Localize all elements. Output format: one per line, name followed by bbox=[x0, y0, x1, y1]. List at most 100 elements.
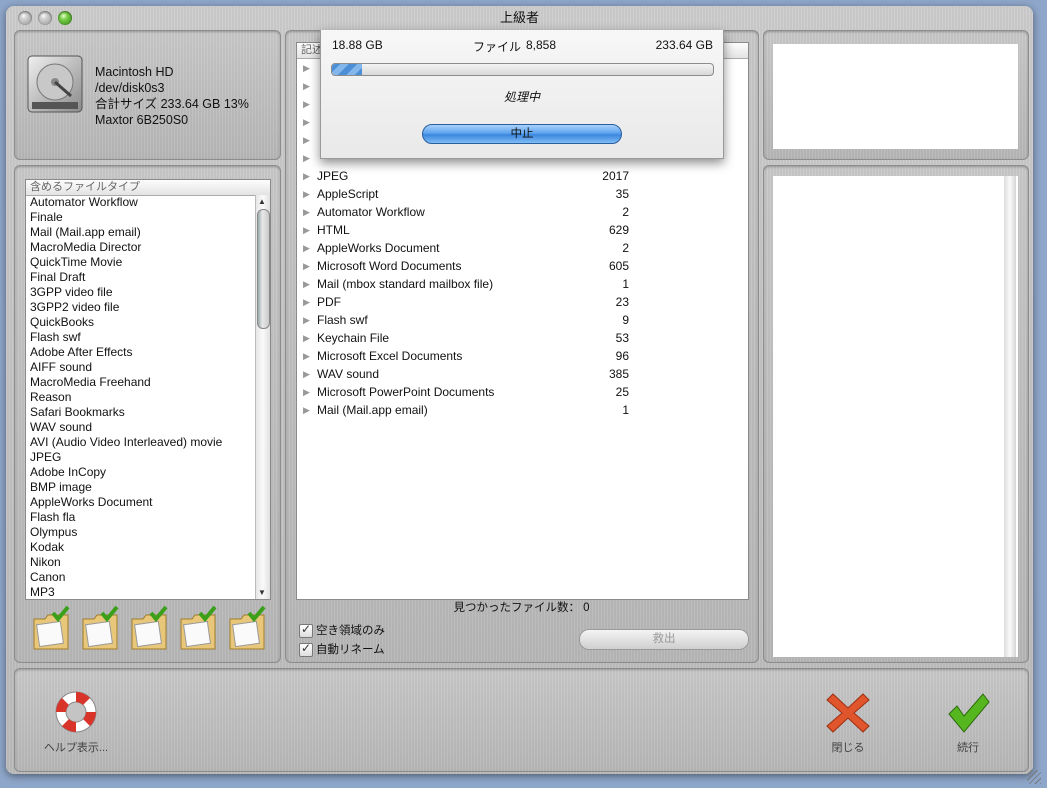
file-type-item[interactable]: Reason bbox=[26, 390, 254, 405]
minimize-window-button[interactable] bbox=[38, 11, 52, 25]
file-type-item[interactable]: Final Draft bbox=[26, 270, 254, 285]
resize-grip[interactable] bbox=[1027, 770, 1041, 784]
file-type-item[interactable]: Flash fla bbox=[26, 510, 254, 525]
disclosure-triangle-icon[interactable]: ▶ bbox=[303, 257, 310, 275]
result-row[interactable]: ▶ Microsoft Excel Documents 96 bbox=[297, 347, 748, 365]
result-row[interactable]: ▶ WAV sound 385 bbox=[297, 365, 748, 383]
disclosure-triangle-icon[interactable]: ▶ bbox=[303, 203, 310, 221]
file-type-item[interactable]: MacroMedia Freehand bbox=[26, 375, 254, 390]
scroll-up-icon[interactable]: ▲ bbox=[258, 197, 266, 206]
file-type-item[interactable]: 3GPP video file bbox=[26, 285, 254, 300]
disclosure-triangle-icon[interactable]: ▶ bbox=[303, 275, 310, 293]
progress-status: 処理中 bbox=[503, 90, 540, 104]
checkmark-icon bbox=[299, 622, 313, 638]
file-type-item[interactable]: Canon bbox=[26, 570, 254, 585]
stop-button[interactable]: 中止 bbox=[422, 124, 622, 144]
result-row[interactable]: ▶ AppleScript 35 bbox=[297, 185, 748, 203]
image-folder-icon[interactable] bbox=[129, 605, 169, 653]
disclosure-triangle-icon[interactable]: ▶ bbox=[303, 239, 310, 257]
file-type-item[interactable]: BMP image bbox=[26, 480, 254, 495]
result-row[interactable]: ▶ JPEG 2017 bbox=[297, 167, 748, 185]
result-count: 629 bbox=[608, 223, 629, 237]
result-row[interactable]: ▶ PDF 23 bbox=[297, 293, 748, 311]
disclosure-triangle-icon[interactable]: ▶ bbox=[303, 329, 310, 347]
result-count: 605 bbox=[608, 259, 629, 273]
file-type-item[interactable]: MP3 bbox=[26, 585, 254, 599]
disclosure-triangle-icon[interactable]: ▶ bbox=[303, 149, 310, 167]
total-size: 233.64 GB bbox=[655, 38, 713, 52]
disclosure-triangle-icon[interactable]: ▶ bbox=[303, 221, 310, 239]
disclosure-triangle-icon[interactable]: ▶ bbox=[303, 401, 310, 419]
photo-folder-icon[interactable] bbox=[31, 605, 71, 653]
result-row[interactable]: ▶ Microsoft Word Documents 605 bbox=[297, 257, 748, 275]
result-name: HTML bbox=[317, 223, 350, 237]
continue-label: 続行 bbox=[957, 742, 979, 754]
close-button[interactable]: 閉じる bbox=[820, 690, 876, 755]
disclosure-triangle-icon[interactable]: ▶ bbox=[303, 167, 310, 185]
movie-folder-icon[interactable] bbox=[227, 605, 267, 653]
audio-folder-icon[interactable] bbox=[80, 605, 120, 653]
file-type-item[interactable]: WAV sound bbox=[26, 420, 254, 435]
result-row[interactable]: ▶ Microsoft PowerPoint Documents 25 bbox=[297, 383, 748, 401]
result-row[interactable]: ▶ Flash swf 9 bbox=[297, 311, 748, 329]
document-folder-icon[interactable] bbox=[178, 605, 218, 653]
file-type-item[interactable]: Nikon bbox=[26, 555, 254, 570]
scroll-down-icon[interactable]: ▼ bbox=[258, 588, 266, 597]
result-row[interactable]: ▶ Mail (mbox standard mailbox file) 1 bbox=[297, 275, 748, 293]
file-types-list[interactable]: 含めるファイルタイプ Automator Workflow Finale Mail … bbox=[25, 179, 271, 600]
file-type-item[interactable]: Adobe After Effects bbox=[26, 345, 254, 360]
disclosure-triangle-icon[interactable]: ▶ bbox=[303, 59, 310, 77]
file-type-item[interactable]: AIFF sound bbox=[26, 360, 254, 375]
preview-scrollbar[interactable] bbox=[1004, 176, 1016, 657]
file-type-item[interactable]: Flash swf bbox=[26, 330, 254, 345]
disclosure-triangle-icon[interactable]: ▶ bbox=[303, 113, 310, 131]
file-type-item[interactable]: MacroMedia Director bbox=[26, 240, 254, 255]
file-types-scrollbar[interactable]: ▲ ▼ bbox=[255, 195, 270, 599]
disclosure-triangle-icon[interactable]: ▶ bbox=[303, 383, 310, 401]
result-count: 2 bbox=[622, 241, 629, 255]
file-type-item[interactable]: AVI (Audio Video Interleaved) movie bbox=[26, 435, 254, 450]
auto-rename-checkbox[interactable]: 自動リネーム bbox=[299, 641, 385, 657]
file-type-item[interactable]: AppleWorks Document bbox=[26, 495, 254, 510]
help-button[interactable]: ヘルプ表示... bbox=[40, 688, 112, 755]
disclosure-triangle-icon[interactable]: ▶ bbox=[303, 95, 310, 113]
result-count: 2017 bbox=[602, 169, 629, 183]
files-label: ファイル bbox=[473, 40, 522, 54]
close-window-button[interactable] bbox=[18, 11, 32, 25]
file-type-item[interactable]: Automator Workflow bbox=[26, 195, 254, 210]
file-type-item[interactable]: Mail (Mail.app email) bbox=[26, 225, 254, 240]
preview-thumbnail bbox=[773, 44, 1018, 149]
file-type-item[interactable]: QuickTime Movie bbox=[26, 255, 254, 270]
result-row[interactable]: ▶ HTML 629 bbox=[297, 221, 748, 239]
file-type-item[interactable]: Finale bbox=[26, 210, 254, 225]
disclosure-triangle-icon[interactable]: ▶ bbox=[303, 77, 310, 95]
disclosure-triangle-icon[interactable]: ▶ bbox=[303, 293, 310, 311]
result-row[interactable]: ▶ AppleWorks Document 2 bbox=[297, 239, 748, 257]
file-type-item[interactable]: 3GPP2 video file bbox=[26, 300, 254, 315]
file-type-item[interactable]: Safari Bookmarks bbox=[26, 405, 254, 420]
disclosure-triangle-icon[interactable]: ▶ bbox=[303, 347, 310, 365]
result-name: AppleWorks Document bbox=[317, 241, 440, 255]
disclosure-triangle-icon[interactable]: ▶ bbox=[303, 311, 310, 329]
result-row[interactable]: ▶ Mail (Mail.app email) 1 bbox=[297, 401, 748, 419]
disclosure-triangle-icon[interactable]: ▶ bbox=[303, 365, 310, 383]
result-name: Microsoft PowerPoint Documents bbox=[317, 385, 495, 399]
file-type-item[interactable]: JPEG bbox=[26, 450, 254, 465]
result-row[interactable]: ▶ Keychain File 53 bbox=[297, 329, 748, 347]
rescue-button[interactable]: 救出 bbox=[579, 629, 749, 650]
free-space-only-checkbox[interactable]: 空き領域のみ bbox=[299, 622, 385, 638]
file-types-header[interactable]: 含めるファイルタイプ bbox=[26, 180, 270, 196]
result-name: Automator Workflow bbox=[317, 205, 425, 219]
disclosure-triangle-icon[interactable]: ▶ bbox=[303, 131, 310, 149]
scroll-thumb[interactable] bbox=[257, 209, 270, 329]
file-type-item[interactable]: Adobe InCopy bbox=[26, 465, 254, 480]
help-label: ヘルプ表示... bbox=[43, 742, 109, 754]
file-type-item[interactable]: QuickBooks bbox=[26, 315, 254, 330]
disclosure-triangle-icon[interactable]: ▶ bbox=[303, 185, 310, 203]
files-count: 8,858 bbox=[526, 38, 557, 52]
continue-button[interactable]: 続行 bbox=[940, 690, 996, 755]
file-type-item[interactable]: Kodak bbox=[26, 540, 254, 555]
zoom-window-button[interactable] bbox=[58, 11, 72, 25]
file-type-item[interactable]: Olympus bbox=[26, 525, 254, 540]
result-row[interactable]: ▶ Automator Workflow 2 bbox=[297, 203, 748, 221]
